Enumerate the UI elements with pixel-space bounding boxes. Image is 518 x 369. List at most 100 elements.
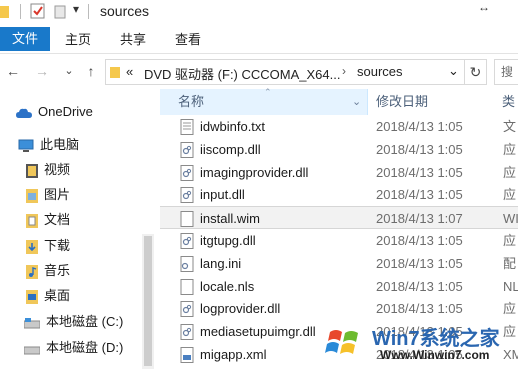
file-type: 应: [503, 301, 517, 317]
file-name: idwbinfo.txt: [200, 119, 266, 134]
breadcrumb-separator[interactable]: ›: [342, 64, 346, 78]
file-name: mediasetupuimgr.dll: [200, 324, 316, 340]
sidebar-item-downloads[interactable]: 下载: [26, 235, 70, 257]
file-row[interactable]: install.wim 2018/4/13 1:07 WI: [160, 206, 518, 230]
up-icon[interactable]: ↑: [82, 62, 100, 80]
column-header-label: 名称: [178, 94, 205, 109]
cloud-icon: [16, 108, 32, 118]
sidebar-item-pictures[interactable]: 图片: [26, 184, 70, 206]
pictures-folder-icon: [26, 188, 38, 203]
dll-file-icon: [180, 233, 194, 249]
sidebar-item-videos[interactable]: 视频: [26, 159, 70, 181]
ribbon: 文件 主页 共享 查看: [0, 24, 518, 54]
tab-home[interactable]: 主页: [65, 29, 91, 51]
address-bar[interactable]: « DVD 驱动器 (F:) CCCOMA_X64... › sources ⌄: [105, 59, 465, 85]
chevron-down-icon[interactable]: ▾: [73, 2, 79, 18]
address-row: ← → ⌄ ↑ « DVD 驱动器 (F:) CCCOMA_X64... › s…: [0, 55, 518, 89]
xml-file-icon: [180, 347, 194, 363]
navigation-pane: OneDrive 此电脑 视频 图片 文档 下载 音乐 桌面 本地磁盘 (C:)…: [0, 89, 155, 369]
file-modified-date: 2018/4/13 1:05: [376, 164, 463, 180]
sidebar-item-onedrive[interactable]: OneDrive: [16, 101, 93, 123]
tab-file[interactable]: 文件: [0, 27, 50, 51]
downloads-folder-icon: [26, 239, 38, 254]
file-type: 应: [503, 233, 517, 248]
forward-icon[interactable]: →: [33, 62, 51, 80]
resize-icon[interactable]: ↔: [478, 0, 490, 14]
computer-icon: [18, 139, 34, 152]
dll-file-icon: [180, 187, 194, 204]
sidebar-item-drive-c[interactable]: 本地磁盘 (C:): [24, 311, 123, 333]
watermark-url: Www.Winwin7.com: [380, 348, 490, 362]
file-row[interactable]: iiscomp.dll 2018/4/13 1:05 应: [160, 138, 518, 161]
back-icon[interactable]: ←: [4, 62, 22, 80]
file-modified-date: 2018/4/13 1:07: [376, 211, 463, 227]
sidebar-item-label: 视频: [44, 162, 71, 177]
sidebar-item-this-pc[interactable]: 此电脑: [18, 134, 79, 156]
watermark: Win7系统之家 Www.Winwin7.com: [320, 318, 518, 369]
tab-view[interactable]: 查看: [175, 29, 201, 51]
refresh-button[interactable]: ↻: [465, 59, 487, 85]
video-folder-icon: [26, 163, 38, 178]
file-row[interactable]: input.dll 2018/4/13 1:05 应: [160, 183, 518, 206]
properties-icon[interactable]: [30, 3, 46, 19]
breadcrumb-drive[interactable]: DVD 驱动器 (F:) CCCOMA_X64...: [144, 64, 340, 83]
documents-folder-icon: [26, 213, 38, 228]
sidebar-item-label: 下载: [44, 238, 71, 253]
file-row[interactable]: lang.ini 2018/4/13 1:05 配: [160, 252, 518, 275]
chevron-down-icon[interactable]: ⌄: [352, 89, 361, 115]
column-header-type[interactable]: 类: [502, 89, 518, 115]
file-row[interactable]: locale.nls 2018/4/13 1:05 NL: [160, 275, 518, 298]
dll-file-icon: [180, 301, 194, 318]
breadcrumb-sources[interactable]: sources: [357, 64, 403, 79]
sidebar-item-label: 本地磁盘 (D:): [46, 340, 124, 355]
file-name: iiscomp.dll: [200, 141, 261, 157]
file-name: input.dll: [200, 187, 245, 203]
file-row[interactable]: idwbinfo.txt 2018/4/13 1:05 文: [160, 115, 518, 138]
dll-file-icon: [180, 164, 194, 181]
file-name: install.wim: [200, 211, 260, 227]
drive-icon: [24, 346, 40, 355]
file-name: lang.ini: [200, 255, 242, 271]
address-dropdown-icon[interactable]: ⌄: [448, 63, 459, 79]
text-file-icon: [180, 119, 194, 135]
scrollbar-thumb[interactable]: [144, 236, 152, 366]
tab-share[interactable]: 共享: [120, 29, 146, 51]
file-type: NL: [503, 278, 518, 294]
sidebar-item-label: 音乐: [44, 263, 71, 278]
file-modified-date: 2018/4/13 1:05: [376, 278, 463, 294]
sidebar-scrollbar[interactable]: [142, 234, 154, 369]
file-type: 配: [503, 255, 517, 271]
sidebar-item-documents[interactable]: 文档: [26, 209, 70, 231]
breadcrumb-overflow[interactable]: «: [126, 64, 133, 79]
sidebar-item-drive-d[interactable]: 本地磁盘 (D:): [24, 337, 123, 359]
new-folder-icon[interactable]: [54, 3, 66, 19]
window-title: sources: [100, 3, 150, 19]
sidebar-item-desktop[interactable]: 桌面: [26, 285, 70, 307]
windows-logo-icon: [322, 320, 366, 364]
search-input[interactable]: 搜: [494, 59, 518, 85]
recent-locations-icon[interactable]: ⌄: [60, 62, 78, 80]
drive-icon: [24, 317, 40, 329]
file-modified-date: 2018/4/13 1:05: [376, 119, 463, 134]
file-row[interactable]: itgtupg.dll 2018/4/13 1:05 应: [160, 229, 518, 252]
file-name: itgtupg.dll: [200, 233, 256, 248]
toolbar-divider: [20, 4, 21, 19]
sidebar-item-label: 此电脑: [40, 137, 80, 152]
file-type: 应: [503, 187, 517, 203]
sidebar-item-label: 桌面: [44, 288, 71, 303]
file-name: migapp.xml: [200, 347, 267, 362]
music-folder-icon: [26, 264, 38, 279]
column-header-date[interactable]: 修改日期: [376, 89, 496, 115]
file-modified-date: 2018/4/13 1:05: [376, 187, 463, 203]
title-bar: ▾ sources ↔: [0, 0, 518, 24]
sidebar-item-label: 本地磁盘 (C:): [46, 314, 124, 329]
file-modified-date: 2018/4/13 1:05: [376, 141, 463, 157]
nls-file-icon: [180, 278, 194, 295]
toolbar-divider: [88, 4, 89, 19]
sidebar-item-music[interactable]: 音乐: [26, 260, 70, 282]
file-row[interactable]: imagingprovider.dll 2018/4/13 1:05 应: [160, 161, 518, 184]
file-row[interactable]: logprovider.dll 2018/4/13 1:05 应: [160, 297, 518, 320]
column-header-name[interactable]: ⌃ 名称 ⌄: [160, 87, 368, 115]
file-type: WI: [503, 211, 518, 227]
folder-icon: [110, 67, 120, 78]
